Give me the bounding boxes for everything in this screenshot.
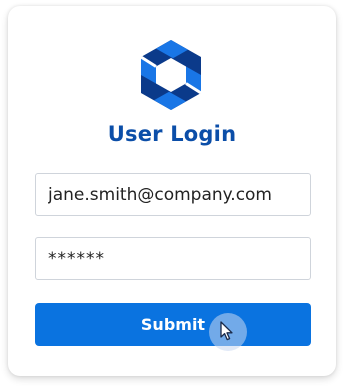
- login-card: User Login Submit: [8, 6, 336, 376]
- password-field[interactable]: [35, 237, 311, 280]
- email-field[interactable]: [35, 173, 311, 216]
- hexagon-logo-icon: [140, 40, 202, 110]
- submit-button[interactable]: Submit: [35, 303, 311, 346]
- page-title: User Login: [107, 122, 237, 146]
